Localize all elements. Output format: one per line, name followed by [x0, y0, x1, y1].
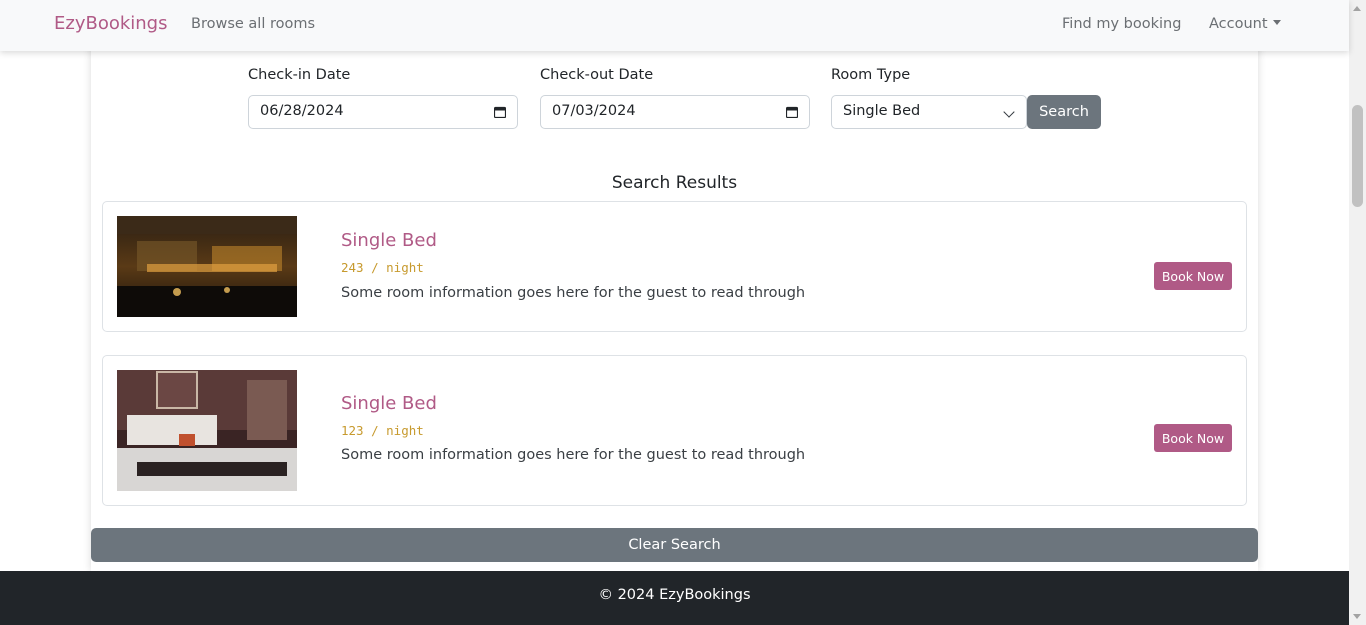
result-card: Single Bed 123 / night Some room informa… — [102, 355, 1247, 506]
room-price: 123 / night — [341, 423, 424, 438]
book-now-button[interactable]: Book Now — [1154, 424, 1232, 452]
checkout-date-value: 07/03/2024 — [552, 103, 636, 119]
footer: © 2024 EzyBookings — [0, 571, 1349, 625]
checkin-label: Check-in Date — [248, 67, 351, 83]
checkin-date-value: 06/28/2024 — [260, 103, 344, 119]
room-name: Single Bed — [341, 230, 437, 251]
room-image-lounge — [117, 216, 297, 317]
checkout-date-input[interactable]: 07/03/2024 — [540, 95, 810, 129]
clear-search-button[interactable]: Clear Search — [91, 528, 1258, 562]
scroll-down-arrow-icon[interactable] — [1353, 614, 1361, 619]
top-navbar: EzyBookings Browse all rooms Find my boo… — [0, 0, 1349, 51]
caret-down-icon — [1272, 19, 1281, 25]
find-booking-link[interactable]: Find my booking — [1062, 16, 1181, 32]
room-price: 243 / night — [341, 260, 424, 275]
room-description: Some room information goes here for the … — [341, 447, 806, 463]
calendar-icon[interactable] — [494, 106, 506, 118]
browse-rooms-link[interactable]: Browse all rooms — [191, 16, 315, 32]
scrollbar[interactable] — [1349, 0, 1366, 625]
account-dropdown[interactable]: Account — [1209, 16, 1281, 32]
scroll-thumb[interactable] — [1352, 105, 1363, 207]
search-button[interactable]: Search — [1027, 95, 1101, 129]
account-label: Account — [1209, 16, 1268, 32]
checkin-date-input[interactable]: 06/28/2024 — [248, 95, 518, 129]
calendar-icon[interactable] — [786, 106, 798, 118]
result-card: Single Bed 243 / night Some room informa… — [102, 201, 1247, 332]
checkout-label: Check-out Date — [540, 67, 654, 83]
room-image-bedroom — [117, 370, 297, 491]
brand-link[interactable]: EzyBookings — [54, 13, 167, 34]
room-description: Some room information goes here for the … — [341, 285, 806, 301]
scroll-up-arrow-icon[interactable] — [1353, 6, 1361, 11]
results-title: Search Results — [611, 173, 738, 193]
chevron-down-icon — [1003, 106, 1015, 118]
footer-copyright: © 2024 EzyBookings — [598, 587, 751, 603]
roomtype-select[interactable]: Single Bed — [831, 95, 1027, 129]
roomtype-value: Single Bed — [843, 103, 921, 119]
book-now-button[interactable]: Book Now — [1154, 262, 1232, 290]
room-name: Single Bed — [341, 393, 437, 414]
roomtype-label: Room Type — [831, 67, 911, 83]
